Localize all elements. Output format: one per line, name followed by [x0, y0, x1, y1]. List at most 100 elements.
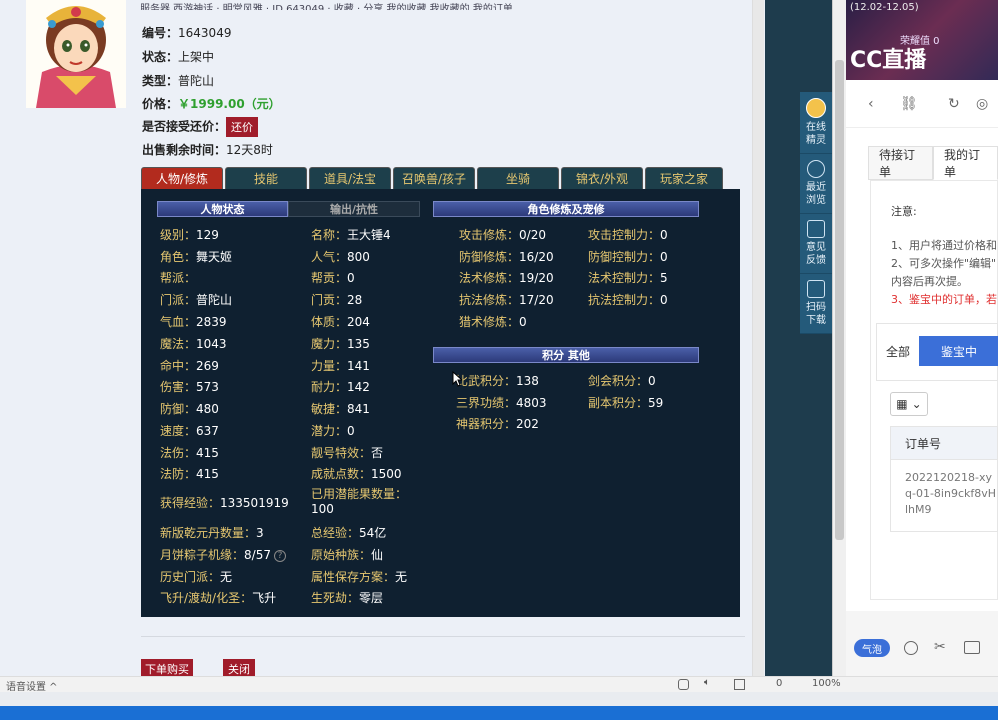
- top-info-strip: 服务器 西游神话 · 明堂风雅 · ID 643049 · 收藏 · 分享 我的…: [140, 4, 513, 10]
- cultivation-field: 防御修炼：16/20: [459, 250, 554, 264]
- product-id-row: 编号：1643049: [142, 24, 231, 41]
- download-count[interactable]: 0: [776, 678, 782, 689]
- scroll-thumb[interactable]: [835, 60, 844, 540]
- cultivation-field: 攻击修炼：0/20: [459, 228, 546, 242]
- buy-button[interactable]: 下单购买: [141, 659, 193, 676]
- cultivation-field: 猎术修炼：0: [459, 315, 527, 329]
- score-field: 副本积分：59: [588, 396, 664, 410]
- chevron-down-icon: ⌄: [911, 397, 922, 411]
- order-table: 订单号 2022120218-xyq-01-8in9ckf8vHlhM9: [890, 426, 998, 532]
- stat-field: 魔法：1043: [160, 337, 227, 351]
- stat-field: 获得经验：133501919: [160, 496, 289, 510]
- product-id-label: 编号：: [142, 26, 179, 40]
- character-detail-panel: 人物状态 输出/抗性 角色修炼及宠修 积分 其他 级别：129 角色：舞天姬 帮…: [141, 189, 740, 617]
- close-button[interactable]: 关闭: [223, 659, 255, 676]
- stat-field: 飞升/渡劫/化圣：飞升: [160, 591, 277, 605]
- right-scrollbar[interactable]: [832, 0, 846, 676]
- stat-field: 潜力：0: [311, 424, 355, 438]
- back-icon[interactable]: ‹: [868, 97, 882, 111]
- page-scrollbar[interactable]: [752, 0, 764, 676]
- banner-date: (12.02-12.05): [850, 2, 919, 13]
- refresh-icon[interactable]: ↻: [948, 97, 962, 111]
- order-side-panel: (12.02-12.05) 荣耀值 0 CC直播 ‹ ⛓ ↻ ◎ 待接订单 我的…: [846, 0, 998, 676]
- cultivation-field: 攻击控制力：0: [588, 228, 668, 242]
- volume-icon[interactable]: 🔈︎: [704, 677, 710, 688]
- cultivation-field: 抗法控制力：0: [588, 293, 668, 307]
- sidebar-item-scan-download[interactable]: 扫码 下载: [800, 274, 832, 334]
- stat-field: 法伤：415: [160, 446, 219, 460]
- tab-items[interactable]: 道具/法宝: [309, 167, 391, 189]
- globe-icon[interactable]: ◎: [976, 97, 990, 111]
- tab-appearance[interactable]: 锦衣/外观: [561, 167, 643, 189]
- background-gap: [765, 0, 800, 676]
- counter-offer-label: 是否接受还价：: [142, 119, 227, 134]
- stat-field: 月饼粽子机缘：8/57?: [160, 546, 286, 563]
- section-output-header[interactable]: 输出/抗性: [288, 201, 420, 217]
- section-status-header[interactable]: 人物状态: [157, 201, 288, 217]
- tab-my-orders[interactable]: 我的订单: [933, 146, 998, 180]
- section-cultivation-header: 角色修炼及宠修: [433, 201, 699, 217]
- tab-pets[interactable]: 召唤兽/孩子: [393, 167, 475, 189]
- tab-mounts[interactable]: 坐骑: [477, 167, 559, 189]
- floating-sidebar: 在线 精灵 最近 浏览 意见 反馈 扫码 下载: [800, 92, 832, 334]
- grid-icon: ▦: [896, 397, 908, 411]
- tab-character[interactable]: 人物/修炼: [141, 167, 223, 189]
- notice-title: 注意:: [891, 205, 917, 218]
- product-type-row: 类型：普陀山: [142, 72, 214, 89]
- notice-line: 3、鉴宝中的订单，若: [891, 293, 997, 306]
- remaining-time-row: 出售剩余时间：12天8时: [142, 141, 273, 158]
- help-icon[interactable]: ?: [273, 549, 286, 562]
- order-number-cell[interactable]: 2022120218-xyq-01-8in9ckf8vHlhM9: [890, 460, 998, 532]
- cc-live-banner[interactable]: (12.02-12.05) 荣耀值 0 CC直播: [846, 0, 998, 80]
- image-icon[interactable]: [964, 641, 980, 654]
- product-price-label: 价格：: [142, 97, 179, 111]
- order-tabs: 待接订单 我的订单: [868, 146, 998, 180]
- product-price-value: ￥1999.00（元）: [178, 97, 281, 111]
- column-select-button[interactable]: ▦ ⌄: [890, 392, 928, 416]
- tab-home[interactable]: 玩家之家: [645, 167, 723, 189]
- cultivation-field: 法术控制力：5: [588, 271, 668, 285]
- panel-footer: 气泡 ✂: [846, 611, 998, 676]
- stat-field: 法防：415: [160, 467, 219, 481]
- tab-pending-orders[interactable]: 待接订单: [868, 146, 933, 180]
- scissors-icon[interactable]: ✂: [934, 639, 946, 655]
- sidebar-item-online-assistant[interactable]: 在线 精灵: [800, 92, 832, 154]
- sidebar-item-recent[interactable]: 最近 浏览: [800, 154, 832, 214]
- detail-tabs: 人物/修炼 技能 道具/法宝 召唤兽/孩子 坐骑 锦衣/外观 玩家之家: [141, 167, 725, 189]
- counter-offer-button[interactable]: 还价: [226, 117, 259, 137]
- counter-offer-row: 是否接受还价： 还价: [142, 117, 259, 137]
- notice-line: 1、用户将通过价格和: [891, 239, 997, 252]
- stat-field: 已用潜能果数量：100: [311, 487, 408, 516]
- notice-box: 注意: 1、用户将通过价格和 2、可多次操作"编辑" 内容后再次提。 3、鉴宝中…: [870, 180, 998, 600]
- stat-field: 角色：舞天姬: [160, 250, 233, 264]
- zoom-level[interactable]: 100%: [812, 678, 841, 689]
- link-icon[interactable]: ⛓: [900, 97, 918, 111]
- section-score-header: 积分 其他: [433, 347, 699, 363]
- score-field: 神器积分：202: [456, 417, 539, 431]
- voice-settings[interactable]: 语音设置 ^: [6, 678, 58, 693]
- tab-skills[interactable]: 技能: [225, 167, 307, 189]
- sidebar-item-label: 在线 精灵: [806, 122, 826, 146]
- browser-statusbar: 语音设置 ^ 🔈︎ 0 100%: [0, 676, 998, 693]
- shield-icon[interactable]: [678, 679, 689, 690]
- stat-field: 门贡：28: [311, 293, 363, 307]
- game-trade-page: 服务器 西游神话 · 明堂风雅 · ID 643049 · 收藏 · 分享 我的…: [0, 0, 765, 676]
- cultivation-field: 法术修炼：19/20: [459, 271, 554, 285]
- filter-appraising-button[interactable]: 鉴宝中: [919, 336, 998, 366]
- sidebar-item-label: 扫码 下载: [806, 302, 826, 326]
- stat-field: 成就点数：1500: [311, 467, 402, 481]
- product-id-value: 1643049: [178, 26, 232, 40]
- filter-all-button[interactable]: 全部: [877, 336, 919, 366]
- stat-field: 敏捷：841: [311, 402, 370, 416]
- bubble-button[interactable]: 气泡: [854, 639, 890, 657]
- lock-icon[interactable]: [734, 679, 745, 690]
- edit-icon: [807, 220, 825, 238]
- stat-field: 帮派：: [160, 271, 197, 285]
- taskbar-stripe: [0, 706, 998, 720]
- sidebar-item-feedback[interactable]: 意见 反馈: [800, 214, 832, 274]
- scan-icon: [807, 280, 825, 298]
- banner-logo: CC直播: [850, 48, 927, 73]
- table-header-order-number: 订单号: [890, 426, 998, 460]
- help-circle-icon[interactable]: [904, 641, 918, 655]
- stat-field: 伤害：573: [160, 380, 219, 394]
